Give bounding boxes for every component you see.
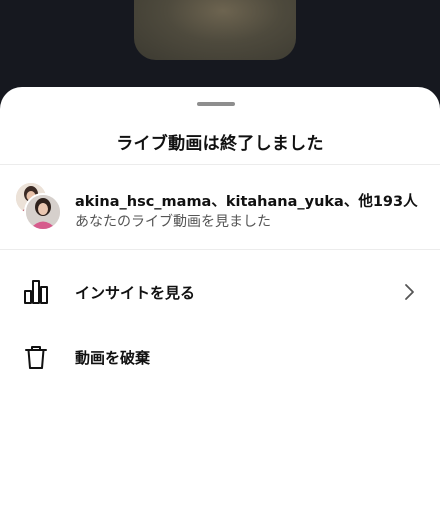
video-preview (134, 0, 296, 60)
discard-label: 動画を破棄 (75, 349, 151, 367)
viewers-row[interactable]: akina_hsc_mama、kitahana_yuka、他193人 あなたのラ… (0, 167, 440, 249)
trash-icon (25, 346, 47, 369)
viewer-avatars (14, 181, 62, 231)
bar-chart-icon (24, 280, 48, 304)
chevron-right-icon (405, 284, 414, 300)
divider (0, 164, 440, 165)
viewers-subtitle: あなたのライブ動画を見ました (75, 214, 271, 230)
divider (0, 249, 440, 250)
insights-label: インサイトを見る (75, 284, 196, 302)
avatar (24, 193, 62, 231)
bottom-sheet: ライブ動画は終了しました akina_hsc_mama、kitahana_yuk… (0, 87, 440, 510)
viewers-names: akina_hsc_mama、kitahana_yuka、他193人 (75, 194, 418, 210)
discard-video-button[interactable]: 動画を破棄 (0, 327, 440, 387)
sheet-drag-handle[interactable] (197, 102, 235, 106)
view-insights-button[interactable]: インサイトを見る (0, 262, 440, 322)
sheet-title: ライブ動画は終了しました (116, 134, 324, 154)
